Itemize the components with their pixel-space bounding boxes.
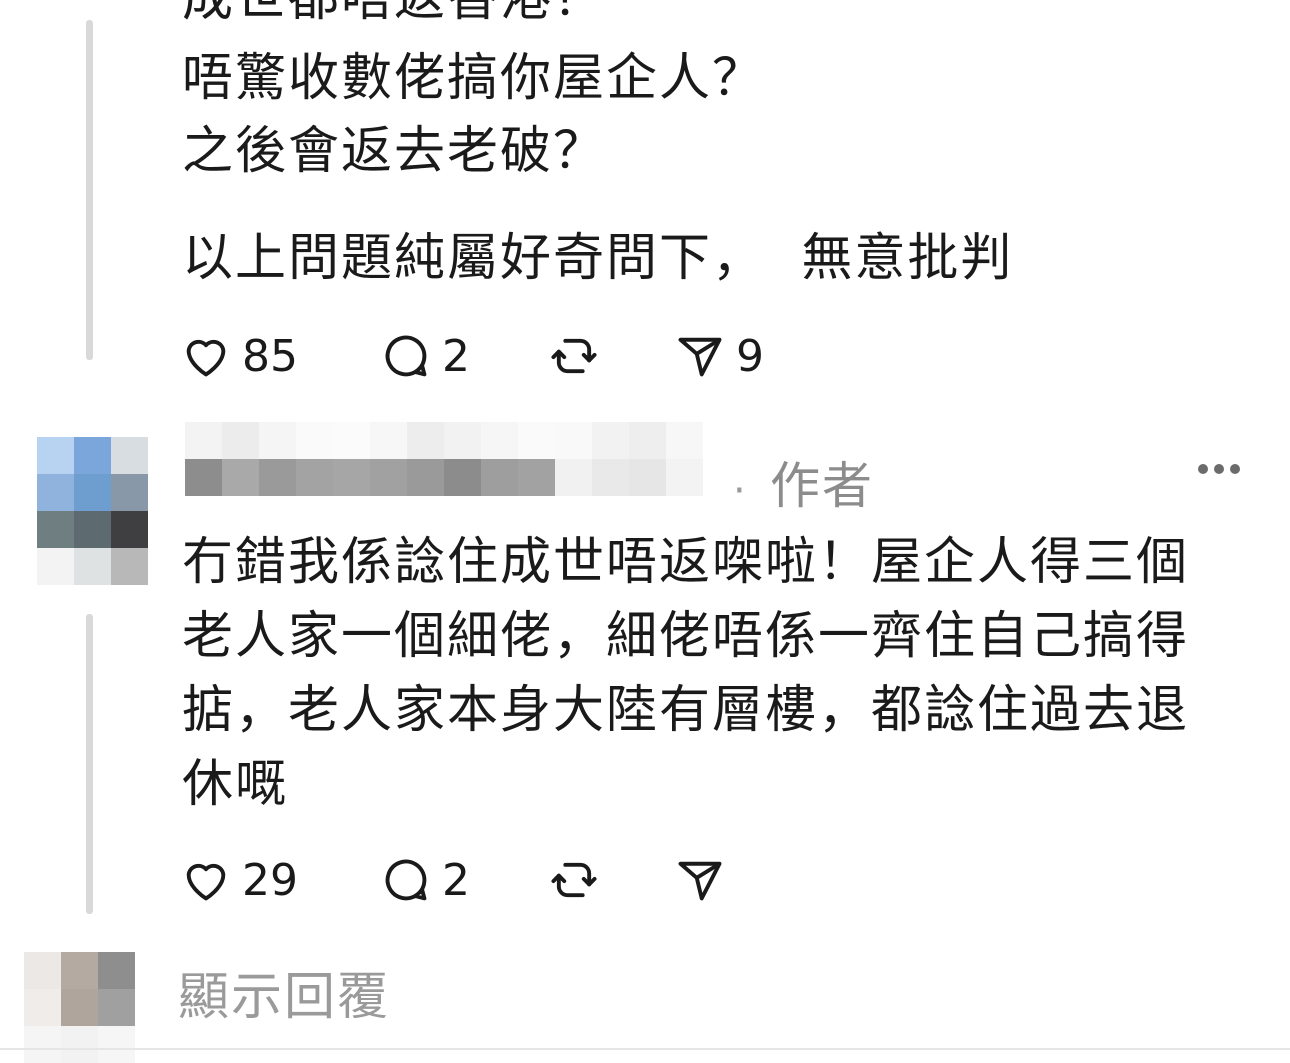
share-icon xyxy=(678,861,722,901)
username-redacted[interactable] xyxy=(185,422,703,496)
heart-icon xyxy=(186,339,226,377)
thread-line xyxy=(86,20,93,360)
comment-button[interactable]: 2 xyxy=(380,850,470,910)
post-text-line: 之後會返去老破？ xyxy=(182,122,607,181)
reply-text: 冇錯我係諗住成世唔返㗎啦！屋企人得三個老人家一個細佬，細佬唔係一齊住自己搞得掂，… xyxy=(182,533,1190,814)
separator-dot: · xyxy=(733,468,746,514)
repost-button[interactable] xyxy=(548,850,600,910)
post-text-line: 以上問題純屬好奇問下， 無意批判 xyxy=(182,229,1014,288)
more-icon[interactable] xyxy=(1198,464,1240,474)
post-text-line: 唔驚收數佬搞你屋企人？ xyxy=(182,49,766,108)
repost-icon xyxy=(551,862,597,898)
like-button[interactable]: 85 xyxy=(180,326,298,386)
divider xyxy=(0,1048,1290,1050)
like-button[interactable]: 29 xyxy=(180,850,298,910)
comment-button[interactable]: 2 xyxy=(380,326,470,386)
comment-icon xyxy=(385,859,427,901)
share-button[interactable]: 9 xyxy=(674,326,764,386)
comment-icon xyxy=(385,335,427,377)
heart-icon xyxy=(186,863,226,901)
avatar[interactable] xyxy=(37,437,148,585)
author-badge: 作者 xyxy=(770,457,874,515)
repost-button[interactable] xyxy=(548,326,600,386)
show-replies-link[interactable]: 顯示回覆 xyxy=(178,955,390,1029)
thread-line xyxy=(86,614,93,914)
reply-count: 2 xyxy=(442,854,470,906)
repost-icon xyxy=(551,338,597,374)
share-button[interactable] xyxy=(674,850,726,910)
share-count: 9 xyxy=(736,330,764,382)
share-icon xyxy=(678,337,722,377)
like-count: 29 xyxy=(242,854,298,906)
post-text-partial: 成世都唔返香港？ xyxy=(182,0,606,35)
like-count: 85 xyxy=(242,330,298,382)
avatar[interactable] xyxy=(24,952,135,1063)
reply-count: 2 xyxy=(442,330,470,382)
